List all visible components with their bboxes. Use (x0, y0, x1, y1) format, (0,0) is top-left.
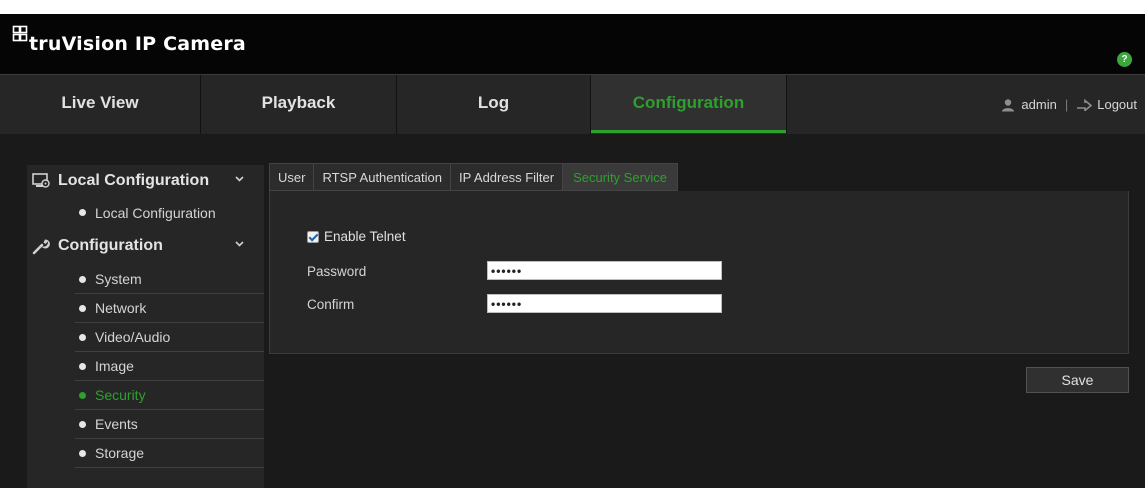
help-icon[interactable]: ? (1117, 52, 1132, 67)
sidebar-item-storage[interactable]: Storage (75, 439, 264, 468)
bullet-icon (79, 420, 86, 428)
content-area: Local Configuration Local Configuration … (0, 134, 1145, 488)
sidebar-item-label: Image (95, 358, 134, 374)
user-separator: | (1064, 96, 1069, 112)
bullet-icon (79, 209, 86, 216)
sidebar-item-label: System (95, 271, 142, 287)
save-button[interactable]: Save (1026, 367, 1129, 393)
logo-mark-icon (12, 25, 28, 42)
sidebar-section-title: Local Configuration (58, 172, 210, 189)
tab-ip-address-filter[interactable]: IP Address Filter (450, 163, 564, 191)
bullet-icon (79, 275, 86, 283)
chevron-down-icon (235, 241, 244, 247)
tab-security-service[interactable]: Security Service (563, 163, 679, 191)
sidebar-item-video-audio[interactable]: Video/Audio (75, 323, 264, 352)
bullet-icon (79, 304, 86, 312)
top-header: truVision IP Camera ? (0, 14, 1145, 74)
sidebar-item-label: Video/Audio (95, 329, 171, 345)
sidebar-item-label: Network (95, 300, 147, 316)
user-icon (1002, 98, 1015, 111)
sidebar-item-image[interactable]: Image (75, 352, 264, 381)
username: admin (1021, 96, 1057, 112)
nav-log[interactable]: Log (397, 75, 591, 134)
logout-link[interactable]: Logout (1097, 77, 1137, 133)
bullet-icon (79, 391, 86, 399)
sidebar: Local Configuration Local Configuration … (27, 165, 264, 488)
confirm-field[interactable]: •••••• (487, 294, 722, 313)
confirm-label: Confirm (307, 297, 355, 312)
chevron-down-icon (235, 176, 244, 182)
nav-live-view[interactable]: Live View (0, 75, 201, 134)
sidebar-item-security[interactable]: Security (75, 381, 264, 410)
sidebar-section-configuration[interactable]: Configuration (27, 231, 264, 261)
password-label: Password (307, 264, 367, 279)
sidebar-section-local-configuration[interactable]: Local Configuration (27, 166, 264, 196)
sidebar-item-network[interactable]: Network (75, 294, 264, 323)
wrench-icon (32, 237, 50, 255)
sidebar-item-system[interactable]: System (75, 265, 264, 294)
enable-telnet-label: Enable Telnet (324, 229, 406, 244)
sidebar-item-label: Storage (95, 445, 145, 461)
user-area: admin | Logout (1001, 75, 1137, 134)
enable-telnet-checkbox[interactable] (307, 230, 319, 243)
security-service-panel: Enable Telnet Password •••••• Confirm ••… (269, 191, 1129, 354)
app-title: truVision IP Camera (29, 33, 246, 55)
sidebar-item-label: Local Configuration (95, 204, 216, 221)
password-field[interactable]: •••••• (487, 261, 722, 280)
bullet-icon (79, 449, 86, 457)
main-nav: Live View Playback Log Configuration adm… (0, 74, 1145, 134)
sidebar-item-label: Events (95, 416, 138, 432)
nav-playback[interactable]: Playback (201, 75, 397, 134)
security-tabs: User RTSP Authentication IP Address Filt… (269, 163, 679, 191)
tab-rtsp-authentication[interactable]: RTSP Authentication (314, 163, 451, 191)
local-config-icon (32, 173, 50, 189)
logo: truVision IP Camera (12, 24, 246, 55)
logout-icon (1077, 98, 1093, 111)
enable-telnet-row: Enable Telnet (307, 229, 406, 244)
sidebar-item-label: Security (95, 387, 146, 403)
bullet-icon (79, 333, 86, 341)
sidebar-item-local-configuration[interactable]: Local Configuration (75, 198, 264, 227)
sidebar-item-events[interactable]: Events (75, 410, 264, 439)
sidebar-section-title: Configuration (58, 237, 163, 254)
bullet-icon (79, 362, 86, 370)
nav-configuration[interactable]: Configuration (591, 75, 787, 134)
tab-user[interactable]: User (269, 163, 315, 191)
